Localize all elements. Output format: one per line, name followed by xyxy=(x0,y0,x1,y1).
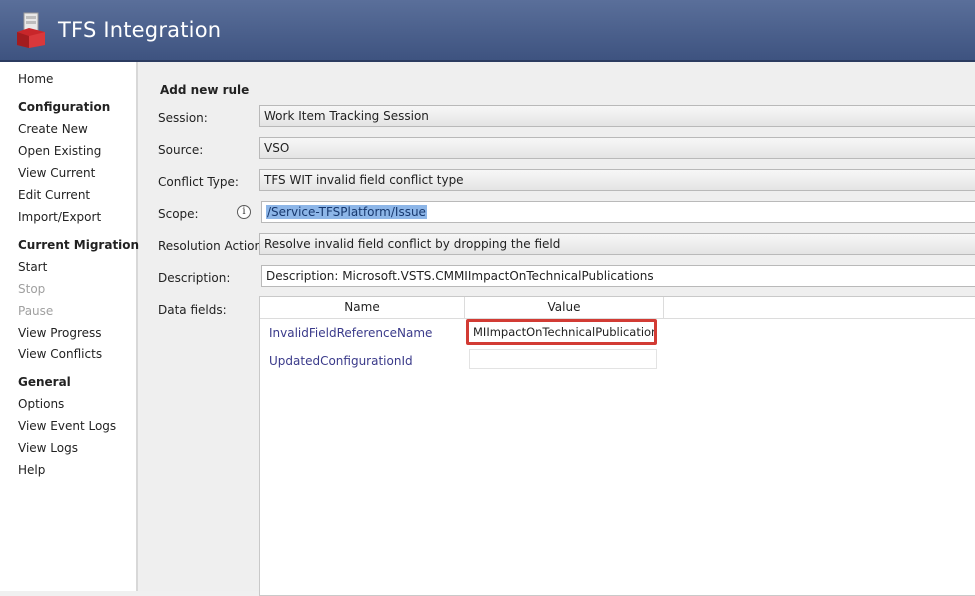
sidebar-item-edit-current[interactable]: Edit Current xyxy=(18,188,90,202)
scope-input[interactable]: /Service-TFSPlatform/Issue xyxy=(261,201,975,223)
column-header-name[interactable]: Name xyxy=(260,297,465,318)
info-icon[interactable]: i xyxy=(237,205,251,219)
conflict-type-select[interactable]: TFS WIT invalid field conflict type xyxy=(259,169,975,191)
highlight-box xyxy=(466,319,657,345)
sidebar-item-view-conflicts[interactable]: View Conflicts xyxy=(18,347,102,361)
app-title: TFS Integration xyxy=(58,18,222,42)
data-fields-label: Data fields: xyxy=(158,303,227,317)
sidebar-heading-current-migration: Current Migration xyxy=(18,238,140,252)
description-label: Description: xyxy=(158,271,231,285)
title-bar: TFS Integration xyxy=(0,0,975,62)
sidebar-item-view-progress[interactable]: View Progress xyxy=(18,326,102,340)
row-name-invalid-field-reference: InvalidFieldReferenceName xyxy=(269,326,433,340)
session-label: Session: xyxy=(158,111,208,125)
sidebar-item-open-existing[interactable]: Open Existing xyxy=(18,144,101,158)
sidebar-item-pause: Pause xyxy=(18,304,54,318)
sidebar-item-stop: Stop xyxy=(18,282,46,296)
resolution-action-label: Resolution Action: xyxy=(158,239,267,253)
sidebar-item-create-new[interactable]: Create New xyxy=(18,122,88,136)
sidebar-heading-general: General xyxy=(18,375,71,389)
data-fields-grid: Name Value InvalidFieldReferenceName MII… xyxy=(259,296,975,596)
scope-value-selected: /Service-TFSPlatform/Issue xyxy=(266,205,427,219)
sidebar-item-import-export[interactable]: Import/Export xyxy=(18,210,101,224)
sidebar: Home Configuration Create New Open Exist… xyxy=(0,62,140,591)
grid-header: Name Value xyxy=(260,297,975,319)
sidebar-item-view-current[interactable]: View Current xyxy=(18,166,95,180)
sidebar-heading-configuration: Configuration xyxy=(18,100,111,114)
source-select[interactable]: VSO xyxy=(259,137,975,159)
conflict-type-label: Conflict Type: xyxy=(158,175,239,189)
scope-label: Scope: xyxy=(158,207,199,221)
page-title: Add new rule xyxy=(160,83,250,97)
tfs-integration-icon xyxy=(17,12,45,48)
description-field[interactable]: Description: Microsoft.VSTS.CMMIImpactOn… xyxy=(261,265,975,287)
sidebar-item-options[interactable]: Options xyxy=(18,397,64,411)
sidebar-item-view-logs[interactable]: View Logs xyxy=(18,441,78,455)
sidebar-item-home[interactable]: Home xyxy=(18,72,53,86)
add-rule-panel: Add new rule Session: Work Item Tracking… xyxy=(140,62,975,596)
row-name-updated-configuration-id: UpdatedConfigurationId xyxy=(269,354,413,368)
source-label: Source: xyxy=(158,143,204,157)
sidebar-item-start[interactable]: Start xyxy=(18,260,47,274)
session-select[interactable]: Work Item Tracking Session xyxy=(259,105,975,127)
sidebar-item-view-event-logs[interactable]: View Event Logs xyxy=(18,419,116,433)
row-value-updated-configuration-id[interactable] xyxy=(469,349,657,369)
column-header-value[interactable]: Value xyxy=(465,297,664,318)
resolution-action-select[interactable]: Resolve invalid field conflict by droppi… xyxy=(259,233,975,255)
sidebar-item-help[interactable]: Help xyxy=(18,463,45,477)
